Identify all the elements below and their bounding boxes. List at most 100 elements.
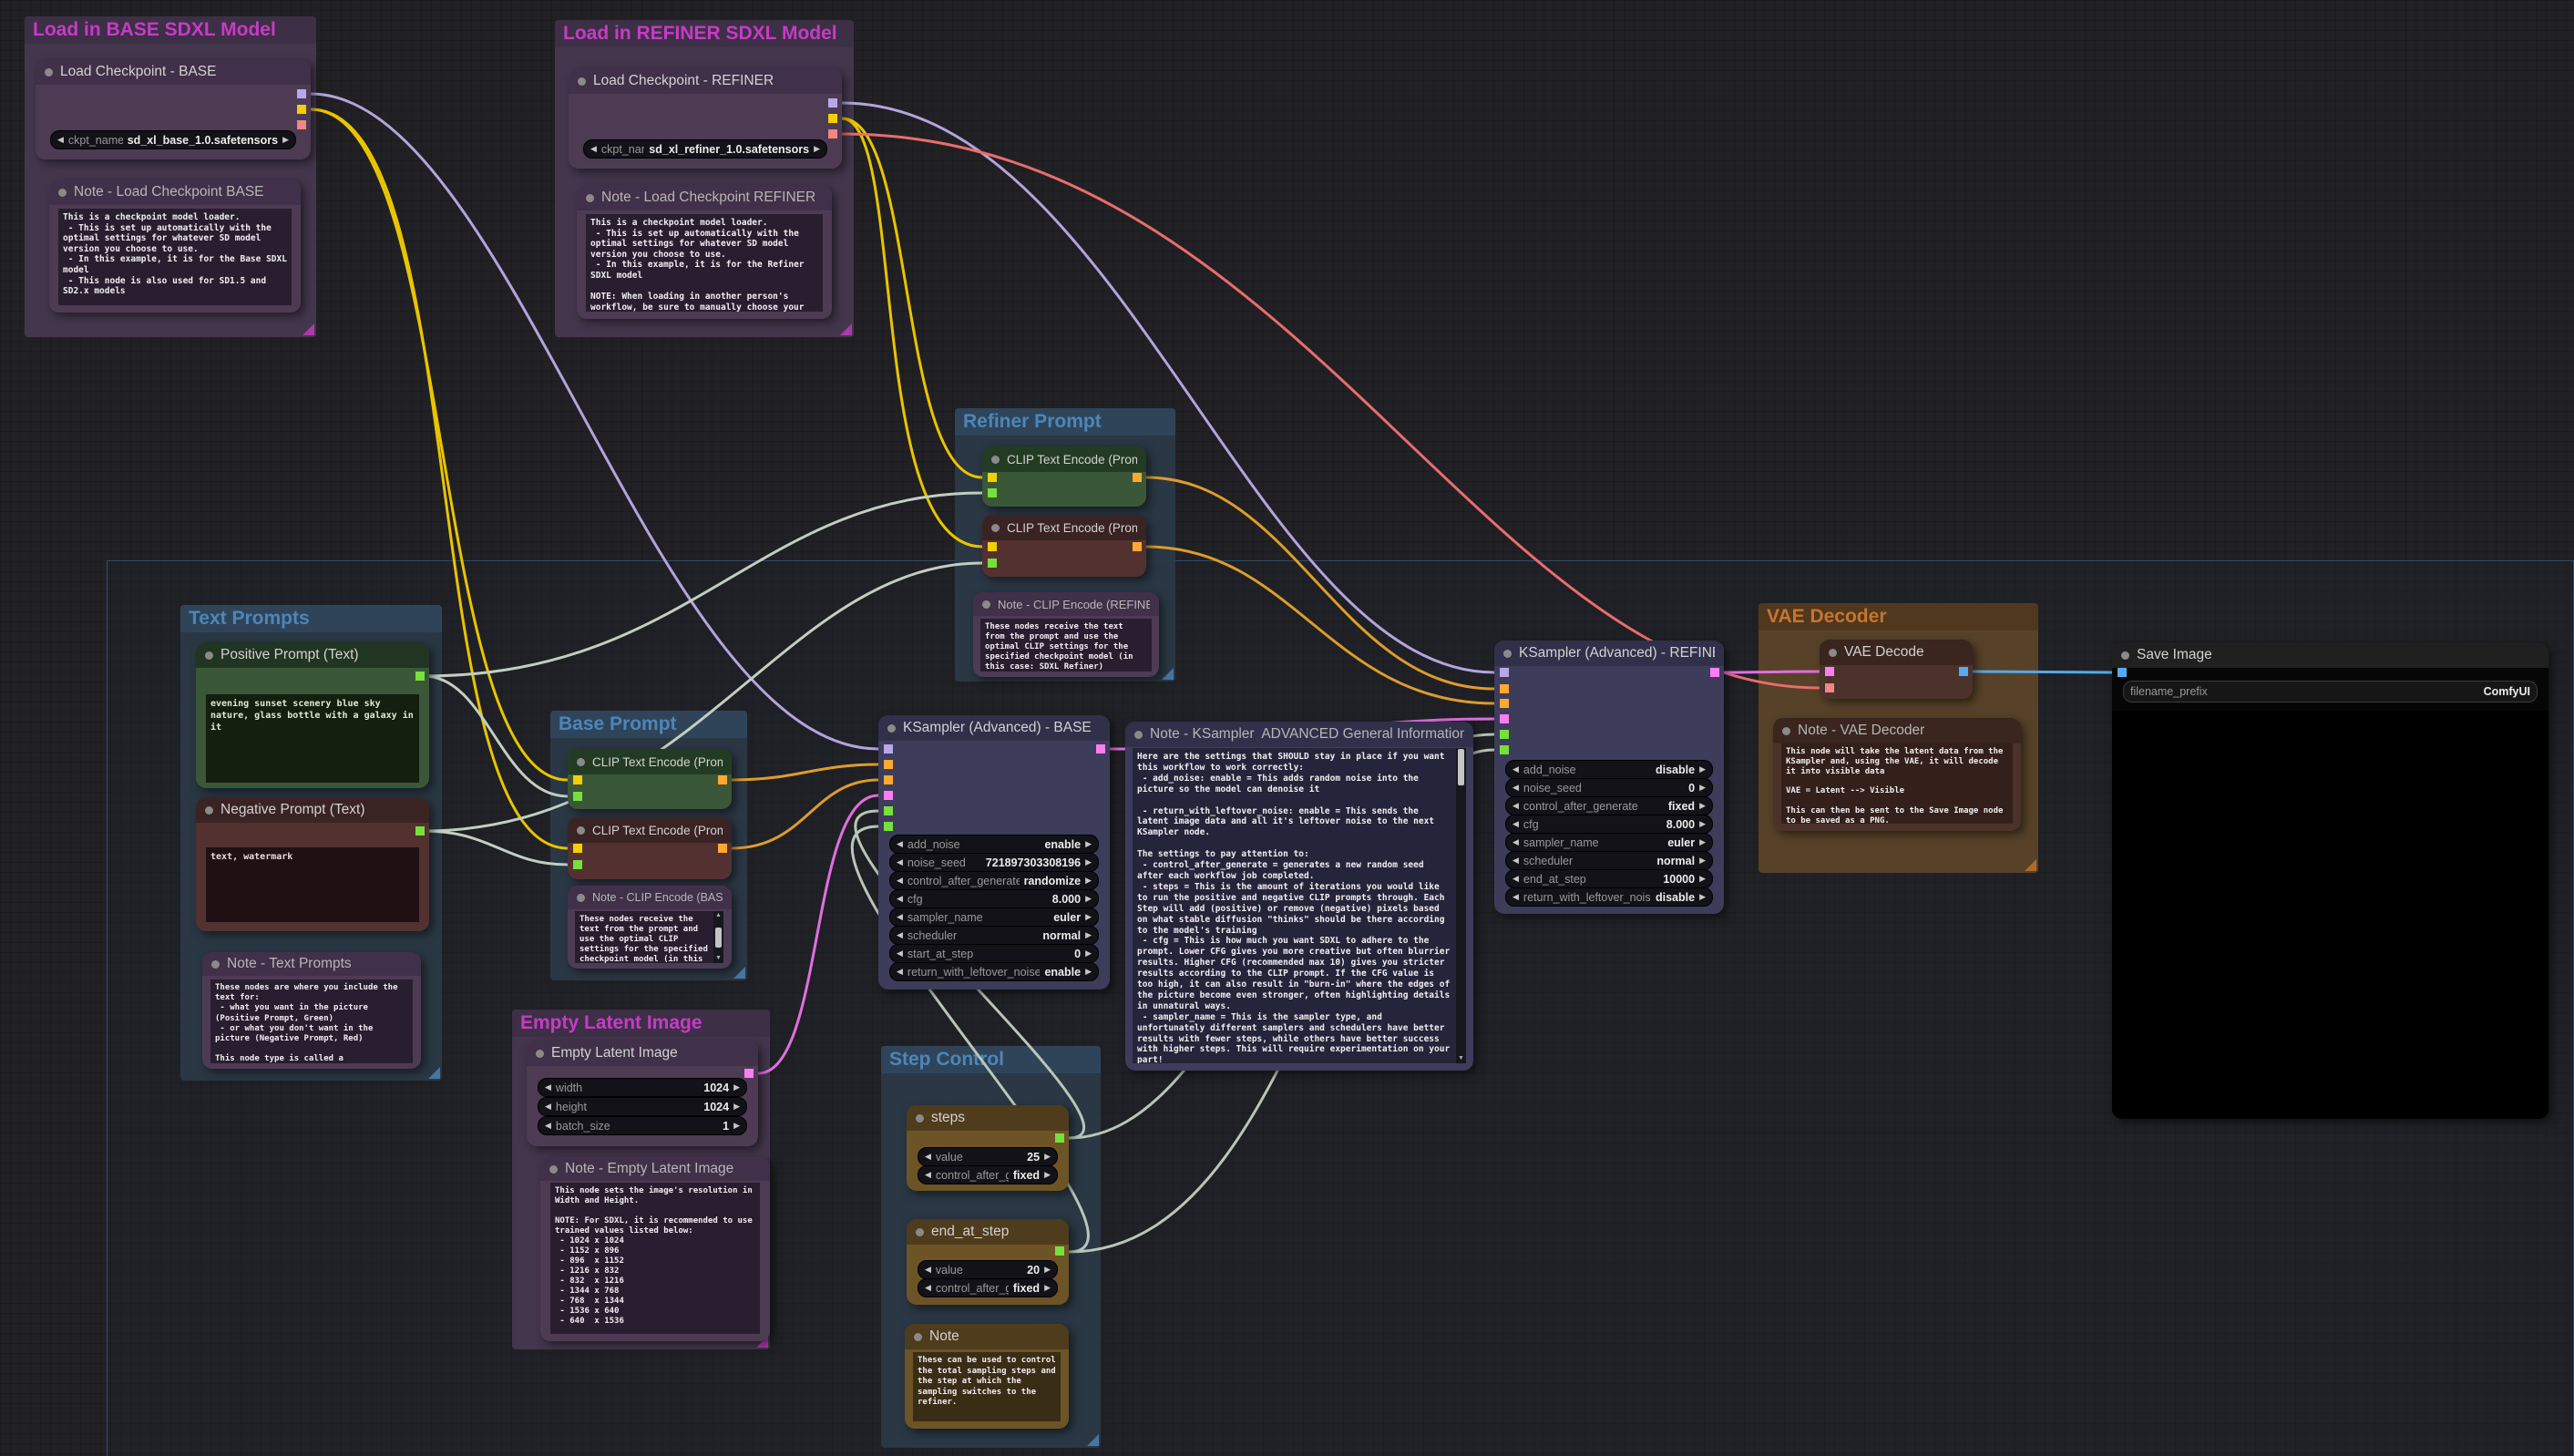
input-slot-clip[interactable] <box>988 542 997 551</box>
increment-arrow-icon[interactable]: ▶ <box>733 1082 740 1092</box>
node-clip-encode-base-positive[interactable]: CLIP Text Encode (Prompt) <box>568 749 732 809</box>
note-text[interactable]: This is a checkpoint model loader. - Thi… <box>586 214 823 312</box>
note-text[interactable]: Here are the settings that SHOULD stay i… <box>1133 748 1456 1063</box>
input-slot-clip[interactable] <box>573 844 582 853</box>
output-slot-string[interactable] <box>415 672 425 681</box>
increment-arrow-icon[interactable]: ▶ <box>1699 892 1706 902</box>
node-header[interactable]: Note - CLIP Encode (REFINER) <box>973 592 1159 616</box>
input-slot-images[interactable] <box>2118 668 2127 677</box>
decrement-arrow-icon[interactable]: ◀ <box>897 930 903 940</box>
node-steps[interactable]: steps ◀value25▶ ◀control_after_generatef… <box>907 1105 1069 1191</box>
increment-arrow-icon[interactable]: ▶ <box>1085 876 1092 886</box>
decrement-arrow-icon[interactable]: ◀ <box>1513 801 1519 811</box>
input-slot-samples[interactable] <box>1825 667 1834 676</box>
collapse-dot-icon[interactable] <box>536 1050 544 1058</box>
group-title[interactable]: Base Prompt <box>550 711 747 738</box>
widget-scheduler[interactable]: ◀schedulernormal▶ <box>889 926 1099 945</box>
group-title[interactable]: VAE Decoder <box>1759 603 2038 631</box>
increment-arrow-icon[interactable]: ▶ <box>1085 894 1092 904</box>
input-slot-text[interactable] <box>573 792 582 801</box>
node-header[interactable]: Note <box>905 1324 1069 1349</box>
widget-end-at-step[interactable]: ◀end_at_step10000▶ <box>1505 869 1713 888</box>
increment-arrow-icon[interactable]: ▶ <box>1085 839 1092 849</box>
node-ksampler-refiner[interactable]: KSampler (Advanced) - REFINER ◀add_noise… <box>1494 641 1724 914</box>
widget-ckpt-name[interactable]: ◀ckpt_namesd_xl_refiner_1.0.safetensors▶ <box>583 139 827 159</box>
input-slot-start-at-step[interactable] <box>1500 745 1509 754</box>
input-slot-text[interactable] <box>573 860 582 869</box>
output-slot-vae[interactable] <box>297 120 306 129</box>
input-slot-steps[interactable] <box>1500 730 1509 739</box>
widget-filename-prefix[interactable]: filename_prefixComfyUI <box>2123 681 2538 702</box>
node-header[interactable]: CLIP Text Encode (Prompt) <box>982 515 1146 540</box>
increment-arrow-icon[interactable]: ▶ <box>1085 857 1092 867</box>
node-save-image[interactable]: Save Image filename_prefixComfyUI <box>2112 642 2548 1119</box>
output-slot-latent[interactable] <box>1096 744 1105 754</box>
node-header[interactable]: Note - Empty Latent Image <box>540 1157 770 1181</box>
group-title[interactable]: Load in BASE SDXL Model <box>25 16 316 44</box>
input-slot-latent-image[interactable] <box>1500 714 1509 723</box>
node-header[interactable]: Note - CLIP Encode (BASE) <box>568 886 732 909</box>
increment-arrow-icon[interactable]: ▶ <box>1085 948 1092 959</box>
decrement-arrow-icon[interactable]: ◀ <box>897 839 903 849</box>
decrement-arrow-icon[interactable]: ◀ <box>1513 892 1519 902</box>
widget-value[interactable]: ◀value20▶ <box>918 1260 1058 1279</box>
node-header[interactable]: Negative Prompt (Text) <box>196 797 429 823</box>
node-note-text-prompts[interactable]: Note - Text Prompts These nodes are wher… <box>202 952 421 1069</box>
node-end-at-step[interactable]: end_at_step ◀value20▶ ◀control_after_gen… <box>907 1219 1069 1305</box>
note-text[interactable]: These can be used to control the total s… <box>913 1352 1061 1421</box>
widget-height[interactable]: ◀height1024▶ <box>538 1097 747 1116</box>
decrement-arrow-icon[interactable]: ◀ <box>897 948 903 959</box>
collapse-dot-icon[interactable] <box>991 524 1000 532</box>
collapse-dot-icon[interactable] <box>982 600 990 609</box>
output-slot-latent[interactable] <box>744 1069 754 1078</box>
resize-handle-icon[interactable] <box>303 323 314 335</box>
output-slot-string[interactable] <box>415 826 425 836</box>
note-text[interactable]: This node sets the image's resolution in… <box>550 1183 760 1334</box>
increment-arrow-icon[interactable]: ▶ <box>1699 783 1706 793</box>
input-slot-end-at-step[interactable] <box>884 822 893 831</box>
decrement-arrow-icon[interactable]: ◀ <box>57 135 64 145</box>
output-slot-int[interactable] <box>1055 1246 1064 1256</box>
input-slot-negative[interactable] <box>1500 699 1509 708</box>
widget-return-with-leftover-noise[interactable]: ◀return_with_leftover_noiseenable▶ <box>889 962 1099 981</box>
decrement-arrow-icon[interactable]: ◀ <box>545 1121 551 1131</box>
node-note-load-base[interactable]: Note - Load Checkpoint BASE This is a ch… <box>49 179 301 313</box>
node-clip-encode-refiner-negative[interactable]: CLIP Text Encode (Prompt) <box>982 515 1146 577</box>
decrement-arrow-icon[interactable]: ◀ <box>590 144 597 154</box>
input-slot-model[interactable] <box>884 744 893 754</box>
node-load-checkpoint-base[interactable]: Load Checkpoint - BASE ◀ckpt_namesd_xl_b… <box>36 59 311 159</box>
widget-sampler-name[interactable]: ◀sampler_nameeuler▶ <box>889 907 1099 927</box>
note-text[interactable]: These nodes are where you include the te… <box>210 979 413 1063</box>
output-slot-image[interactable] <box>1959 667 1968 676</box>
scroll-up-icon[interactable]: ▲ <box>715 912 722 919</box>
resize-handle-icon[interactable] <box>733 967 745 979</box>
node-header[interactable]: steps <box>907 1105 1069 1131</box>
note-text[interactable]: This is a checkpoint model loader. - Thi… <box>58 209 292 305</box>
decrement-arrow-icon[interactable]: ◀ <box>545 1082 551 1092</box>
node-header[interactable]: Note - Load Checkpoint REFINER <box>577 185 832 210</box>
collapse-dot-icon[interactable] <box>887 724 896 733</box>
scroll-down-icon[interactable]: ▼ <box>1458 1055 1464 1062</box>
collapse-dot-icon[interactable] <box>45 68 53 77</box>
output-slot-int[interactable] <box>1055 1133 1064 1143</box>
increment-arrow-icon[interactable]: ▶ <box>733 1102 740 1112</box>
resize-handle-icon[interactable] <box>840 323 852 335</box>
collapse-dot-icon[interactable] <box>1134 731 1143 739</box>
increment-arrow-icon[interactable]: ▶ <box>1085 912 1092 922</box>
widget-return-with-leftover-noise[interactable]: ◀return_with_leftover_noisedisable▶ <box>1505 887 1713 907</box>
increment-arrow-icon[interactable]: ▶ <box>814 144 820 154</box>
input-slot-latent-image[interactable] <box>884 791 893 800</box>
widget-add-noise[interactable]: ◀add_noisedisable▶ <box>1505 760 1713 779</box>
decrement-arrow-icon[interactable]: ◀ <box>1513 764 1519 774</box>
node-header[interactable]: Load Checkpoint - REFINER <box>569 68 842 94</box>
scrollbar-thumb[interactable] <box>715 928 722 948</box>
node-header[interactable]: Positive Prompt (Text) <box>196 642 429 668</box>
decrement-arrow-icon[interactable]: ◀ <box>897 912 903 922</box>
input-slot-clip[interactable] <box>573 775 582 784</box>
note-text[interactable]: This node will take the latent data from… <box>1781 743 2013 824</box>
decrement-arrow-icon[interactable]: ◀ <box>1513 874 1519 884</box>
increment-arrow-icon[interactable]: ▶ <box>282 135 289 145</box>
widget-width[interactable]: ◀width1024▶ <box>538 1078 747 1097</box>
node-note-load-refiner[interactable]: Note - Load Checkpoint REFINER This is a… <box>577 185 832 319</box>
collapse-dot-icon[interactable] <box>1503 650 1512 658</box>
